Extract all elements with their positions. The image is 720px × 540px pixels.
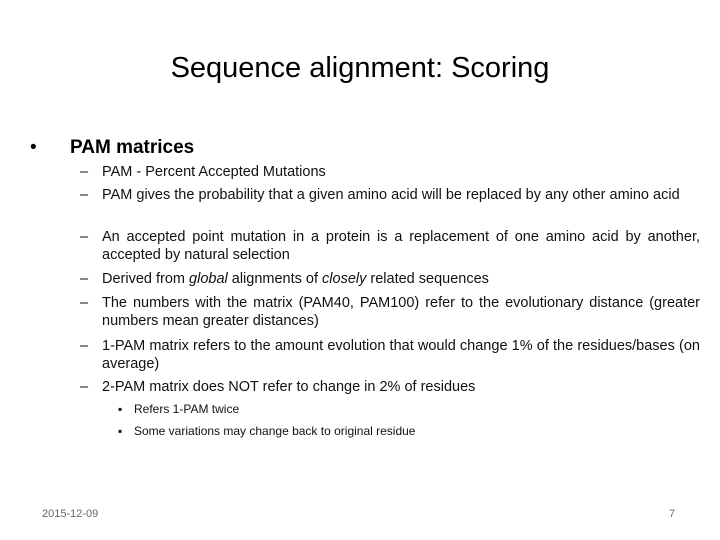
slide-title: Sequence alignment: Scoring [170,52,550,84]
dash-icon: – [80,187,89,203]
point-text: PAM gives the probability that a given a… [102,187,680,203]
list-item: – Derived from global alignments of clos… [80,270,700,288]
footer-date: 2015-12-09 [42,508,99,520]
point-text: PAM - Percent Accepted Mutations [102,164,326,180]
square-bullet-icon: ▪ [118,402,123,416]
dash-icon: – [80,229,89,245]
dash-icon: – [80,271,89,287]
dash-icon: – [80,164,89,180]
text-segment: Derived from [102,271,190,287]
page-number: 7 [669,508,676,520]
list-item: – 2-PAM matrix does NOT refer to change … [80,378,700,396]
square-bullet-icon: ▪ [118,424,123,438]
text-segment: alignments of [227,271,323,287]
point-text: 2-PAM matrix does NOT refer to change in… [102,379,476,395]
sub-list-item: ▪ Refers 1-PAM twice [118,402,239,417]
point-text: The numbers with the matrix (PAM40, PAM1… [102,295,700,329]
dash-icon: – [80,338,89,354]
heading-pam-matrices: PAM matrices [70,137,195,158]
list-item: – PAM - Percent Accepted Mutations [80,163,700,181]
bullet-icon: • [30,137,37,158]
dash-icon: – [80,295,89,311]
subpoint-text: Refers 1-PAM twice [134,402,240,416]
emphasis-global: global [189,271,228,287]
point-text: An accepted point mutation in a protein … [102,229,700,263]
list-item: – 1-PAM matrix refers to the amount evol… [80,337,700,373]
list-item: – The numbers with the matrix (PAM40, PA… [80,294,700,330]
list-item: – PAM gives the probability that a given… [80,186,700,204]
text-segment: related sequences [366,271,489,287]
dash-icon: – [80,379,89,395]
list-item: – An accepted point mutation in a protei… [80,228,700,264]
subpoint-text: Some variations may change back to origi… [134,424,416,438]
sub-list-item: ▪ Some variations may change back to ori… [118,424,415,439]
emphasis-closely: closely [322,271,367,287]
point-text: 1-PAM matrix refers to the amount evolut… [102,338,700,372]
point-text: Derived from global alignments of closel… [102,270,700,288]
